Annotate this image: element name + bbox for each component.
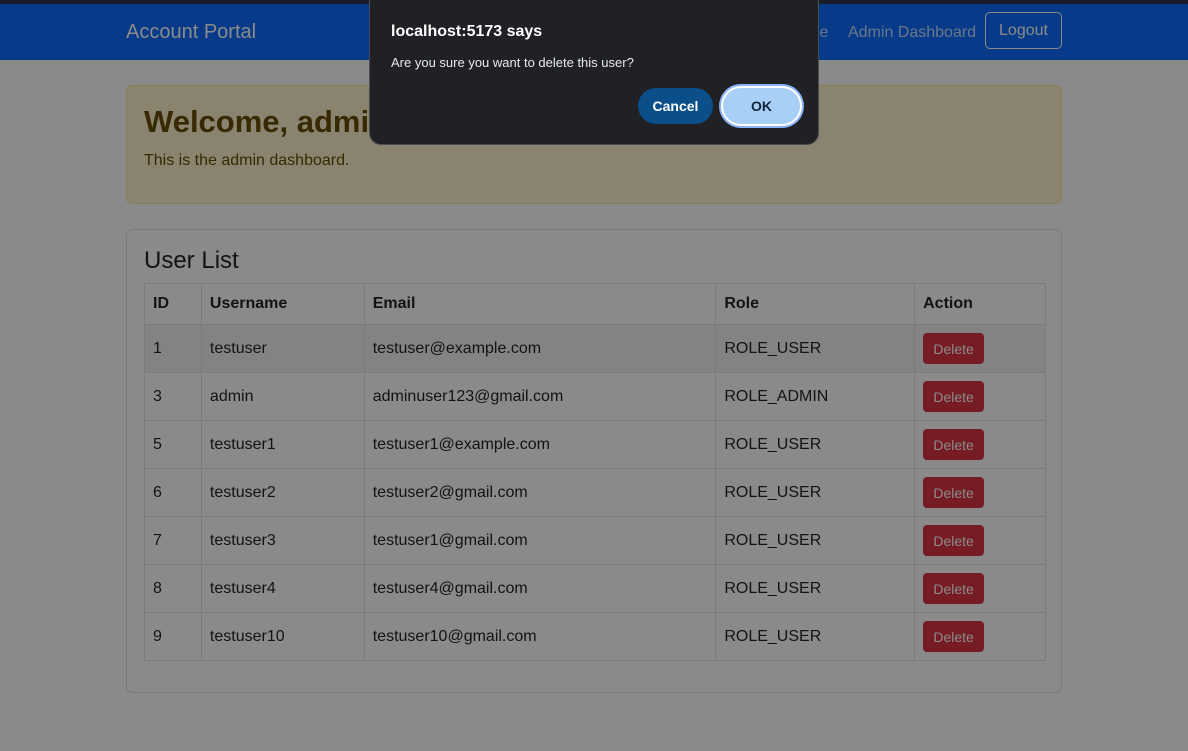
dialog-message: Are you sure you want to delete this use… (391, 55, 634, 70)
dialog-title: localhost:5173 says (391, 23, 543, 40)
confirm-dialog: localhost:5173 says Are you sure you wan… (369, 0, 819, 145)
ok-button[interactable]: OK (721, 86, 802, 126)
cancel-button[interactable]: Cancel (638, 88, 713, 124)
